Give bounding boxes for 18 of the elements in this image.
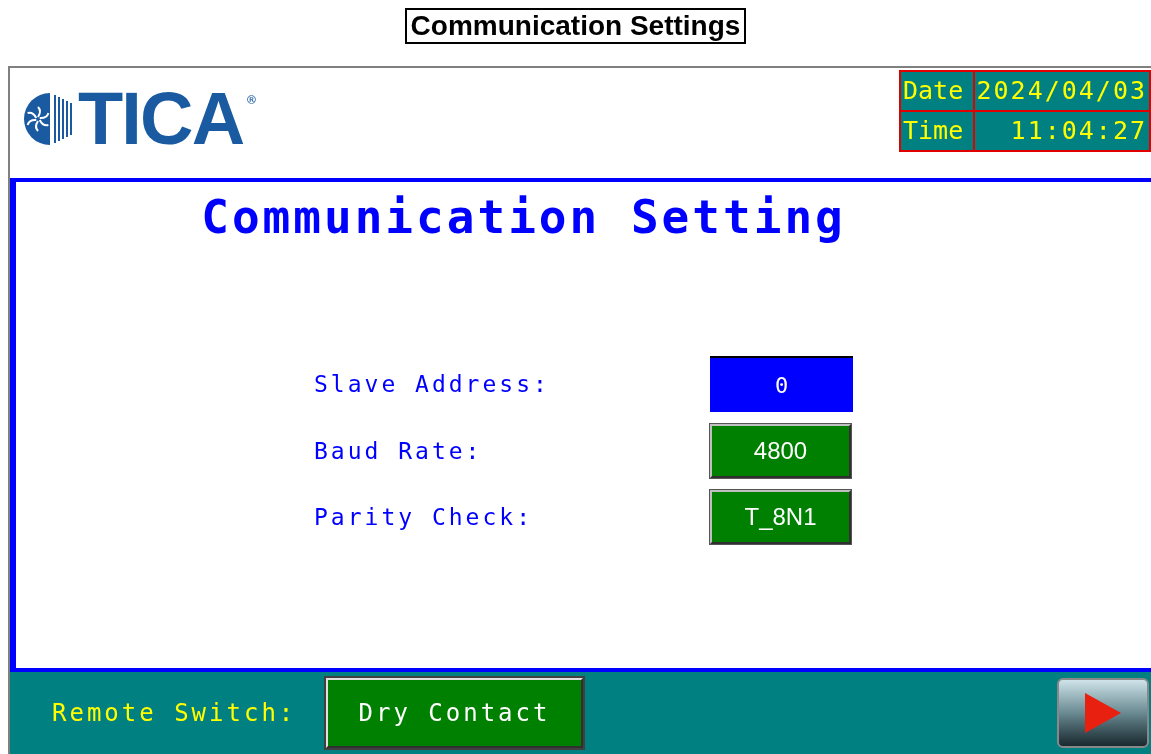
remote-switch-label: Remote Switch: <box>52 698 298 729</box>
setting-label: Slave Address: <box>314 369 551 399</box>
play-arrow-icon <box>1083 691 1123 735</box>
next-page-button[interactable] <box>1057 678 1149 748</box>
fan-logo-icon <box>22 91 74 147</box>
clock-value: 11:04:27 <box>1009 115 1148 147</box>
clock-value: 2024/04/03 <box>975 72 1149 112</box>
logo-text: TICA <box>78 82 244 156</box>
clock-label: Date <box>901 72 975 112</box>
value-button[interactable]: 4800 <box>710 424 851 478</box>
registered-mark: ® <box>247 91 256 110</box>
page-title: Communication Settings <box>404 8 747 44</box>
value-field[interactable]: 0 <box>710 356 853 412</box>
clock-label: Time <box>901 112 975 150</box>
setting-label: Baud Rate: <box>314 436 484 466</box>
remote-switch-button[interactable]: Dry Contact <box>326 678 583 748</box>
setting-label: Parity Check: <box>314 502 534 532</box>
value-button[interactable]: T_8N1 <box>710 490 851 544</box>
